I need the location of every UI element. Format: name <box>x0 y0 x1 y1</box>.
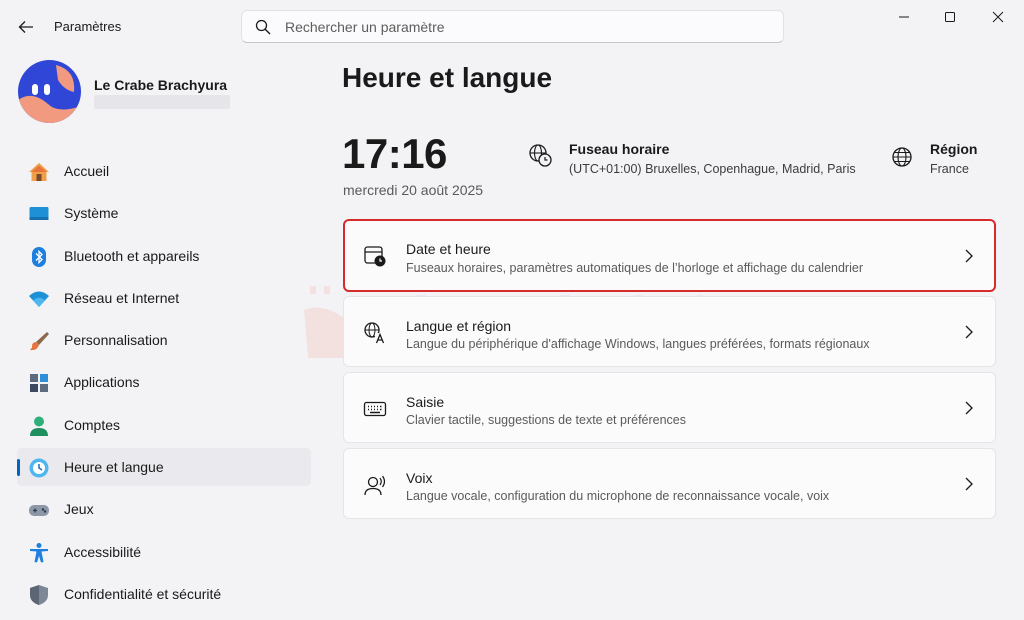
sidebar-nav: Accueil Système Bluetooth et appareils R… <box>17 152 311 617</box>
sidebar-item-label: Accueil <box>64 163 110 179</box>
app-title: Paramètres <box>54 19 122 34</box>
search-input[interactable] <box>285 18 745 35</box>
sidebar-item-reseau[interactable]: Réseau et Internet <box>17 279 311 317</box>
search-box[interactable] <box>241 10 784 43</box>
profile-email-redacted <box>94 95 230 109</box>
gamepad-icon <box>28 499 50 521</box>
sidebar-item-personnalisation[interactable]: Personnalisation <box>17 321 311 359</box>
minimize-icon <box>899 16 909 18</box>
title-bar: Paramètres <box>0 0 1024 52</box>
card-description: Fuseaux horaires, paramètres automatique… <box>406 261 863 275</box>
close-icon <box>992 11 1004 23</box>
chevron-right-icon <box>965 477 973 491</box>
maximize-button[interactable] <box>927 0 973 34</box>
sidebar-item-label: Accessibilité <box>64 543 142 560</box>
sidebar-item-jeux[interactable]: Jeux <box>17 490 311 528</box>
sidebar-item-bluetooth[interactable]: Bluetooth et appareils <box>17 237 311 275</box>
keyboard-icon <box>363 397 387 421</box>
card-description: Langue du périphérique d'affichage Windo… <box>406 337 870 351</box>
sidebar-item-label: Jeux <box>64 501 94 518</box>
accessibility-icon <box>28 542 50 564</box>
timezone-value: (UTC+01:00) Bruxelles, Copenhague, Madri… <box>569 162 856 176</box>
current-time: 17:16 <box>342 130 447 177</box>
page-title: Heure et langue <box>342 62 553 93</box>
back-button[interactable] <box>12 14 40 40</box>
card-description: Clavier tactile, suggestions de texte et… <box>406 413 687 427</box>
sidebar-item-accueil[interactable]: Accueil <box>17 152 311 190</box>
search-icon <box>255 19 271 35</box>
timezone-title: Fuseau horaire <box>569 141 670 157</box>
card-title: Date et heure <box>406 241 491 257</box>
chevron-right-icon <box>965 249 973 263</box>
crab-avatar-icon <box>18 60 81 123</box>
globe-icon <box>890 145 914 169</box>
sidebar-item-label: Comptes <box>64 416 121 433</box>
card-langue-region[interactable]: Langue et région Langue du périphérique … <box>343 296 996 367</box>
card-date-heure[interactable]: Date et heure Fuseaux horaires, paramètr… <box>343 219 996 292</box>
sidebar-item-label: Personnalisation <box>64 332 168 349</box>
sidebar-item-label: Applications <box>64 374 140 391</box>
sidebar-item-confidentialite[interactable]: Confidentialité et sécurité <box>17 575 311 613</box>
shield-icon <box>28 584 50 606</box>
sidebar-item-heure-langue[interactable]: Heure et langue <box>17 448 311 487</box>
wifi-icon <box>28 288 50 310</box>
card-title: Voix <box>406 470 433 486</box>
time-language-icon <box>28 457 50 479</box>
sidebar-item-comptes[interactable]: Comptes <box>17 406 311 444</box>
card-description: Langue vocale, configuration du micropho… <box>406 489 830 503</box>
card-title: Saisie <box>406 394 445 410</box>
close-button[interactable] <box>975 0 1021 34</box>
maximize-icon <box>945 12 955 22</box>
minimize-button[interactable] <box>881 0 927 34</box>
sidebar-item-label: Réseau et Internet <box>64 289 180 306</box>
globe-clock-icon <box>528 143 552 167</box>
profile-name: Le Crabe Brachyura <box>94 77 228 93</box>
bluetooth-icon <box>28 246 50 268</box>
chevron-right-icon <box>965 401 973 415</box>
sidebar-item-label: Système <box>64 205 119 222</box>
calendar-clock-icon <box>363 244 387 268</box>
language-icon <box>363 321 387 345</box>
apps-icon <box>28 372 50 394</box>
sidebar-item-label: Heure et langue <box>64 459 164 476</box>
sidebar-item-systeme[interactable]: Système <box>17 194 311 232</box>
sidebar-item-label: Bluetooth et appareils <box>64 247 200 264</box>
card-voix[interactable]: Voix Langue vocale, configuration du mic… <box>343 448 996 519</box>
card-saisie[interactable]: Saisie Clavier tactile, suggestions de t… <box>343 372 996 443</box>
brush-icon <box>28 330 50 352</box>
chevron-right-icon <box>965 325 973 339</box>
arrow-left-icon <box>18 21 33 33</box>
speech-icon <box>363 473 387 497</box>
avatar <box>18 60 81 123</box>
card-title: Langue et région <box>406 318 512 334</box>
sidebar-item-label: Confidentialité et sécurité <box>64 585 222 602</box>
region-value: France <box>930 162 969 176</box>
account-icon <box>28 415 50 437</box>
user-profile[interactable]: Le Crabe Brachyura <box>18 58 308 128</box>
system-icon <box>28 203 50 225</box>
sidebar-item-applications[interactable]: Applications <box>17 363 311 401</box>
home-icon <box>28 161 50 183</box>
sidebar-item-accessibilite[interactable]: Accessibilité <box>17 533 311 571</box>
current-date: mercredi 20 août 2025 <box>343 182 484 198</box>
region-title: Région <box>930 141 978 157</box>
